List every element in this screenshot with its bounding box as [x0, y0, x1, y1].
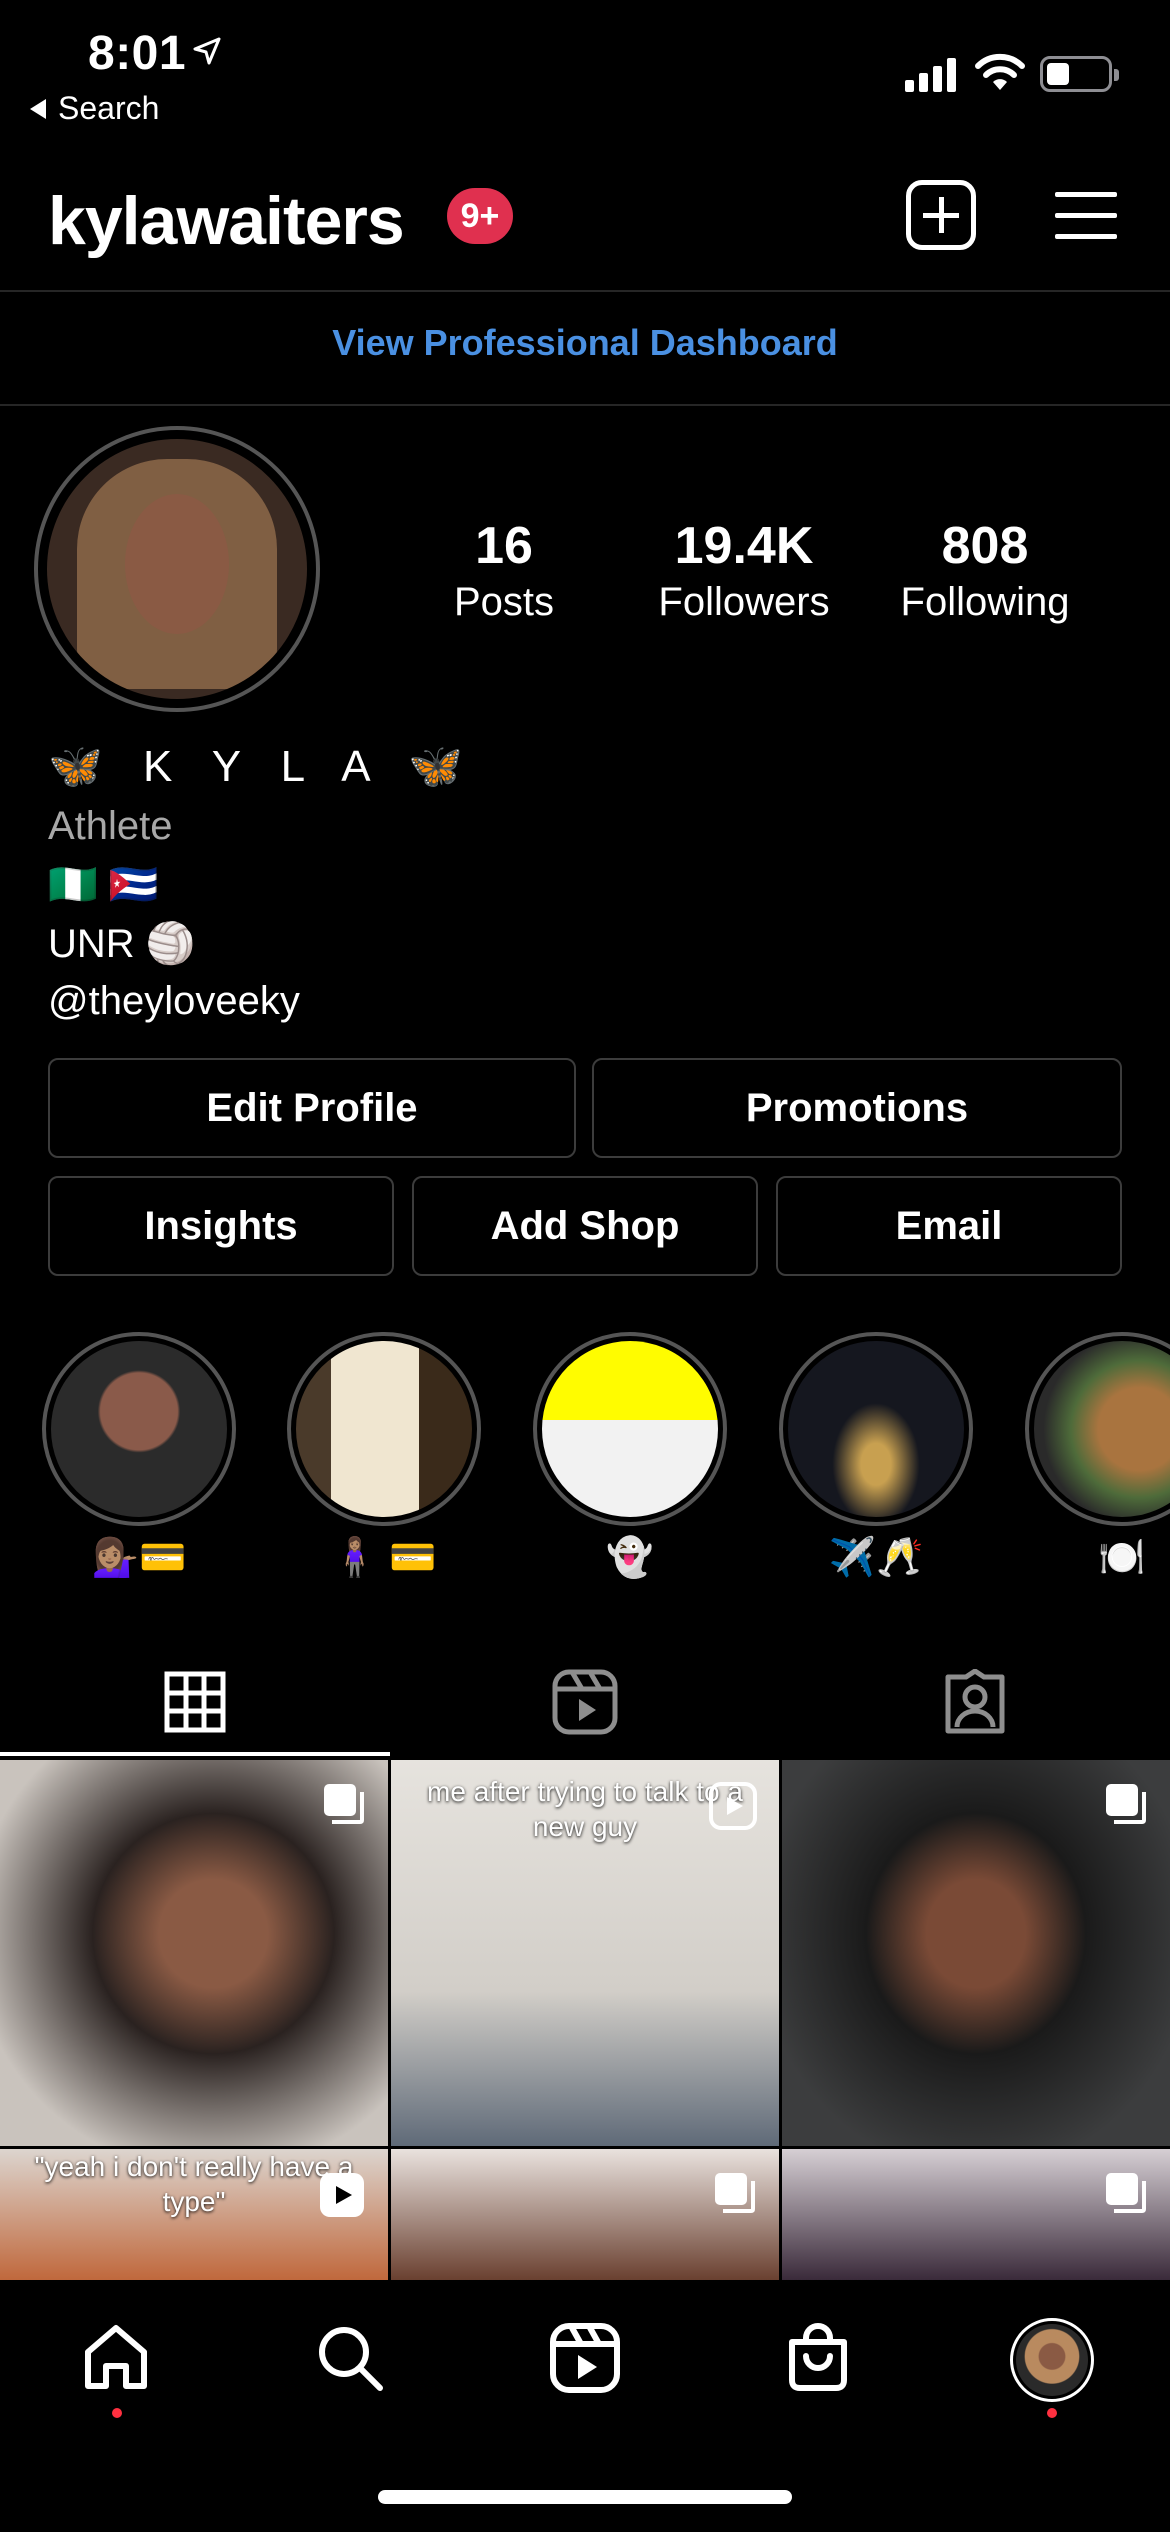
post-grid: me after trying to talk to a new guy "ye…	[0, 1760, 1170, 2280]
tab-reels[interactable]	[390, 1650, 780, 1754]
highlight-cover	[1034, 1341, 1170, 1517]
highlight-caption: ✈️🥂	[828, 1537, 924, 1579]
profile-display-name: 🦋 K Y L A 🦋	[48, 742, 478, 791]
profile-avatar-small	[1016, 2324, 1088, 2396]
posts-count-label: Posts	[453, 580, 555, 624]
active-tab-indicator	[0, 1752, 390, 1756]
nav-reels[interactable]	[545, 2318, 625, 2398]
profile-notification-dot	[1047, 2408, 1057, 2418]
highlight-caption: 💁🏽‍♀️💳	[91, 1537, 187, 1579]
profile-username[interactable]: kylawaiters	[48, 182, 405, 260]
followers-count-value: 19.4K	[674, 517, 814, 575]
search-icon	[319, 2327, 383, 2391]
email-button[interactable]: Email	[776, 1176, 1122, 1276]
nav-shop[interactable]	[778, 2318, 858, 2398]
highlight-cover	[542, 1341, 718, 1517]
highlight-caption: 🍽️	[1098, 1537, 1146, 1579]
cellular-signal-icon	[905, 58, 956, 92]
grid-icon	[164, 1671, 226, 1733]
post-thumbnail[interactable]: me after trying to talk to a new guy	[391, 1760, 779, 2146]
reel-icon	[709, 1782, 757, 1830]
following-count-value: 808	[941, 517, 1029, 575]
reels-icon	[550, 2323, 620, 2393]
profile-bio: 🦋 K Y L A 🦋 Athlete 🇳🇬 🇨🇺 UNR 🏐 @theylov…	[48, 740, 477, 1024]
highlight-cover	[51, 1341, 227, 1517]
reel-icon	[320, 2173, 364, 2217]
posts-count-value: 16	[475, 517, 533, 575]
nav-profile[interactable]	[1010, 2318, 1094, 2402]
nav-home[interactable]	[76, 2318, 156, 2398]
insights-button[interactable]: Insights	[48, 1176, 394, 1276]
back-to-search-button[interactable]: Search	[30, 90, 159, 127]
reels-icon	[552, 1669, 618, 1735]
carousel-icon	[1106, 2173, 1146, 2213]
home-icon	[85, 2325, 147, 2389]
menu-button[interactable]	[1055, 192, 1117, 240]
notification-badge[interactable]: 9+	[447, 188, 513, 244]
bio-school: UNR 🏐	[48, 922, 196, 966]
followers-count[interactable]: 19.4K Followers	[634, 516, 854, 625]
post-thumbnail[interactable]	[782, 2149, 1170, 2280]
tab-tagged[interactable]	[780, 1650, 1170, 1754]
status-bar: 8:01 Search	[0, 0, 1170, 140]
edit-profile-button[interactable]: Edit Profile	[48, 1058, 576, 1158]
wifi-icon	[975, 53, 1025, 90]
profile-header: kylawaiters 9+	[0, 160, 1170, 290]
post-thumbnail[interactable]	[0, 1760, 388, 2146]
post-thumbnail[interactable]	[782, 1760, 1170, 2146]
divider	[0, 290, 1170, 292]
add-shop-button[interactable]: Add Shop	[412, 1176, 758, 1276]
profile-category: Athlete	[48, 804, 173, 848]
post-thumbnail[interactable]: "yeah i don't really have a type"	[0, 2149, 388, 2280]
avatar-photo	[47, 439, 307, 699]
highlight-cover	[296, 1341, 472, 1517]
story-highlight[interactable]: 💁🏽‍♀️💳	[42, 1332, 236, 1580]
post-thumbnail[interactable]	[391, 2149, 779, 2280]
home-notification-dot	[112, 2408, 122, 2418]
carousel-icon	[715, 2173, 755, 2213]
status-time: 8:01	[88, 27, 187, 80]
bio-flags: 🇳🇬 🇨🇺	[48, 863, 159, 907]
tagged-icon	[945, 1669, 1005, 1734]
home-indicator	[378, 2490, 792, 2504]
story-highlight[interactable]: 🧍🏽‍♀️ 💳	[287, 1332, 481, 1580]
back-search-label: Search	[58, 90, 160, 126]
nav-search[interactable]	[310, 2318, 390, 2398]
followers-count-label: Followers	[658, 580, 830, 624]
highlight-caption: 🧍🏽‍♀️ 💳	[331, 1537, 437, 1579]
following-count-label: Following	[900, 580, 1070, 624]
highlight-cover	[788, 1341, 964, 1517]
create-post-button[interactable]	[906, 180, 976, 250]
profile-avatar[interactable]	[34, 426, 320, 712]
carousel-icon	[324, 1784, 364, 1824]
view-professional-dashboard-link[interactable]: View Professional Dashboard	[0, 322, 1170, 364]
location-arrow-icon	[193, 37, 221, 65]
posts-count[interactable]: 16 Posts	[424, 516, 584, 625]
promotions-button[interactable]: Promotions	[592, 1058, 1122, 1158]
back-arrow-icon	[30, 98, 46, 119]
shop-bag-icon	[789, 2323, 847, 2391]
story-highlight[interactable]: 👻	[533, 1332, 727, 1580]
following-count[interactable]: 808 Following	[880, 516, 1090, 625]
tab-grid[interactable]	[0, 1650, 390, 1754]
story-highlight[interactable]: 🍽️	[1025, 1332, 1170, 1580]
bio-handle-link[interactable]: @theyloveeky	[48, 979, 477, 1024]
carousel-icon	[1106, 1784, 1146, 1824]
battery-icon	[1040, 56, 1119, 92]
story-highlight[interactable]: ✈️🥂	[779, 1332, 973, 1580]
highlight-caption: 👻	[606, 1537, 654, 1579]
divider	[0, 404, 1170, 406]
